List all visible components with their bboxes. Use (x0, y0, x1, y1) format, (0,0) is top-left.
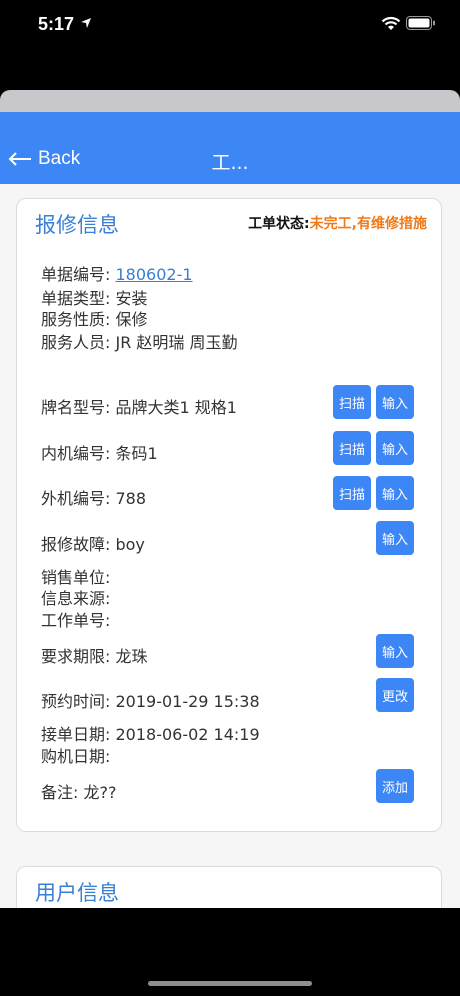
order-status: 工单状态:未完工,有维修措施 (248, 213, 427, 233)
doc-no-link[interactable]: 180602-1 (115, 265, 192, 284)
wifi-icon (381, 16, 401, 30)
user-info-title: 用户信息 (35, 881, 119, 905)
deadline-row: 要求期限: 龙珠 (41, 647, 148, 666)
brand-input-button[interactable]: 输入 (376, 385, 414, 419)
user-info-card: 用户信息 (16, 866, 442, 908)
purchase-date-row: 购机日期: (41, 747, 111, 766)
outer-scan-button[interactable]: 扫描 (333, 476, 371, 510)
brand-scan-button[interactable]: 扫描 (333, 385, 371, 419)
repair-info-title: 报修信息 (35, 213, 119, 237)
accept-date-row: 接单日期: 2018-06-02 14:19 (41, 725, 260, 744)
order-status-label: 工单状态: (248, 216, 310, 232)
service-staff-row: 服务人员: JR 赵明瑞 周玉勤 (41, 333, 238, 352)
appointment-row: 预约时间: 2019-01-29 15:38 (41, 692, 260, 711)
inner-no-row: 内机编号: 条码1 (41, 444, 158, 463)
status-bar: 5:17 (0, 0, 460, 52)
order-status-value: 未完工,有维修措施 (309, 216, 427, 232)
deadline-input-button[interactable]: 输入 (376, 634, 414, 668)
nav-bar: Back 工... (0, 112, 460, 184)
home-indicator[interactable] (148, 981, 312, 986)
doc-no-row: 单据编号: 180602-1 (41, 261, 193, 285)
inner-input-button[interactable]: 输入 (376, 431, 414, 465)
repair-info-card: 报修信息 工单状态:未完工,有维修措施 单据编号: 180602-1 单据类型:… (16, 198, 442, 832)
brand-model-row: 牌名型号: 品牌大类1 规格1 (41, 398, 237, 417)
inner-scan-button[interactable]: 扫描 (333, 431, 371, 465)
doc-no-label: 单据编号: (41, 265, 116, 284)
appointment-change-button[interactable]: 更改 (376, 678, 414, 712)
remark-add-button[interactable]: 添加 (376, 769, 414, 803)
outer-no-row: 外机编号: 788 (41, 489, 147, 508)
fault-input-button[interactable]: 输入 (376, 521, 414, 555)
page-title: 工... (211, 152, 249, 174)
fault-row: 报修故障: boy (41, 535, 145, 554)
service-nature-row: 服务性质: 保修 (41, 310, 148, 329)
battery-icon (406, 16, 435, 30)
work-no-row: 工作单号: (41, 611, 111, 630)
remark-row: 备注: 龙?? (41, 783, 117, 802)
location-arrow-icon (81, 18, 91, 28)
outer-input-button[interactable]: 输入 (376, 476, 414, 510)
info-source-row: 信息来源: (41, 589, 111, 608)
content-area[interactable]: 报修信息 工单状态:未完工,有维修措施 单据编号: 180602-1 单据类型:… (0, 184, 460, 908)
status-time: 5:17 (38, 14, 75, 34)
modal-sheet-edge (0, 90, 460, 114)
